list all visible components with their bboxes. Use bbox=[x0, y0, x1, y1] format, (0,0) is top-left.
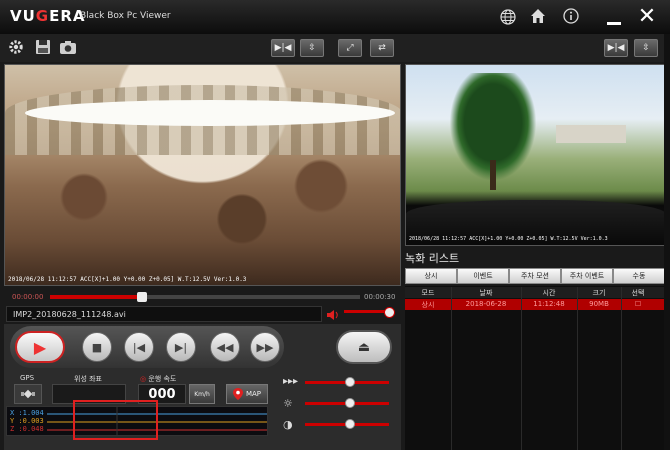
map-label: MAP bbox=[245, 390, 262, 398]
play-button[interactable]: ▶ bbox=[15, 331, 65, 363]
recording-list bbox=[405, 286, 665, 450]
column-divider bbox=[451, 287, 452, 450]
column-divider bbox=[577, 287, 578, 450]
globe-icon[interactable] bbox=[497, 6, 519, 28]
row-date: 2018-06-28 bbox=[465, 300, 507, 308]
rewind-button[interactable]: ◀◀ bbox=[210, 332, 240, 362]
home-icon[interactable] bbox=[527, 5, 549, 27]
volume-speaker-icon[interactable] bbox=[326, 306, 340, 320]
speed-unit-button[interactable]: Km/h bbox=[189, 384, 215, 404]
gps-label: GPS bbox=[20, 374, 35, 382]
contrast-icon: ◑ bbox=[283, 418, 293, 431]
g-sensor-x: X :1.004 bbox=[10, 409, 44, 417]
gps-satellite-icon bbox=[14, 384, 42, 404]
recording-list-title: 녹화 리스트 bbox=[405, 252, 460, 265]
contrast-handle[interactable] bbox=[344, 419, 355, 429]
brightness-handle[interactable] bbox=[344, 398, 355, 408]
col-time: 시간 bbox=[542, 289, 556, 297]
brightness-icon: ☼ bbox=[283, 397, 293, 410]
fullscreen-button[interactable]: ⤢ bbox=[338, 39, 362, 57]
playback-speed-icon: ▸▸▸ bbox=[283, 376, 299, 387]
rear-flip-vertical-button[interactable]: ⇳ bbox=[634, 39, 658, 57]
playback-speed-handle[interactable] bbox=[344, 377, 355, 387]
fast-forward-button[interactable]: ▶▶ bbox=[250, 332, 280, 362]
app-logo: VUGERA bbox=[10, 7, 86, 25]
filename-display: IMP2_20180628_111248.avi bbox=[6, 306, 322, 322]
speed-label-text: 운행 속도 bbox=[148, 375, 177, 383]
flip-vertical-button[interactable]: ⇳ bbox=[300, 39, 324, 57]
col-mode: 모드 bbox=[421, 289, 435, 297]
timeline-handle[interactable] bbox=[136, 292, 147, 302]
flip-horizontal-button[interactable]: ▶|◀ bbox=[271, 39, 295, 57]
previous-file-button[interactable]: |◀ bbox=[124, 332, 154, 362]
g-sensor-z: Z :0.048 bbox=[10, 425, 44, 433]
tab-parking-event[interactable]: 주차 이벤트 bbox=[561, 268, 613, 284]
g-sensor-y: Y :0.003 bbox=[10, 417, 44, 425]
eject-button[interactable]: ⏏ bbox=[336, 330, 392, 364]
col-date: 날짜 bbox=[479, 289, 493, 297]
row-size: 90MB bbox=[589, 300, 609, 308]
tab-continuous[interactable]: 상시 bbox=[405, 268, 457, 284]
rear-scene-building bbox=[556, 125, 626, 143]
volume-handle[interactable] bbox=[384, 307, 395, 318]
row-select-checkbox[interactable]: ☐ bbox=[621, 300, 655, 308]
front-camera-view[interactable]: 2018/06/28 11:12:57 ACC[X]+1.00 Y+0.00 Z… bbox=[4, 64, 401, 286]
current-time: 00:00:00 bbox=[12, 293, 44, 301]
col-select: 선택 bbox=[631, 289, 645, 297]
front-osd-text: 2018/06/28 11:12:57 ACC[X]+1.00 Y+0.00 Z… bbox=[8, 276, 247, 283]
map-button[interactable]: MAP bbox=[226, 384, 268, 404]
app-subtitle: Black Box Pc Viewer bbox=[80, 11, 171, 21]
column-divider bbox=[521, 287, 522, 450]
column-divider bbox=[621, 287, 622, 450]
row-mode: 상시 bbox=[421, 301, 435, 309]
rear-camera-view[interactable]: 2018/06/28 11:12:57 ACC[X]+1.00 Y+0.00 Z… bbox=[405, 64, 665, 246]
tab-parking-motion[interactable]: 주차 모션 bbox=[509, 268, 561, 284]
row-time: 11:12:48 bbox=[533, 300, 565, 308]
info-icon[interactable] bbox=[560, 5, 582, 27]
rear-scene-trunk bbox=[490, 160, 496, 190]
highlight-annotation-box bbox=[73, 400, 158, 440]
col-size: 크기 bbox=[592, 289, 606, 297]
toolbar bbox=[0, 34, 670, 62]
close-button[interactable]: ✕ bbox=[634, 4, 660, 30]
speed-label: ◎ 운행 속도 bbox=[140, 374, 176, 384]
rear-flip-horizontal-button[interactable]: ▶|◀ bbox=[604, 39, 628, 57]
camera-snapshot-icon[interactable] bbox=[58, 38, 78, 56]
speed-warning-icon: ◎ bbox=[140, 375, 147, 383]
timeline-progress bbox=[50, 295, 142, 299]
settings-gear-icon[interactable] bbox=[6, 38, 26, 56]
minimize-button[interactable] bbox=[603, 6, 625, 28]
stop-button[interactable]: ■ bbox=[82, 332, 112, 362]
tab-manual[interactable]: 수동 bbox=[613, 268, 665, 284]
map-pin-icon bbox=[232, 388, 243, 400]
save-disk-icon[interactable] bbox=[33, 38, 53, 56]
window-edge-scrollbar[interactable] bbox=[664, 34, 670, 450]
total-time: 00:00:30 bbox=[364, 293, 396, 301]
next-file-button[interactable]: ▶| bbox=[166, 332, 196, 362]
rear-osd-text: 2018/06/28 11:12:57 ACC[X]+1.00 Y+0.00 Z… bbox=[409, 236, 608, 242]
coord-label: 위성 좌표 bbox=[74, 375, 102, 383]
front-privacy-blur bbox=[25, 100, 395, 126]
tab-event[interactable]: 이벤트 bbox=[457, 268, 509, 284]
swap-view-button[interactable]: ⇄ bbox=[370, 39, 394, 57]
